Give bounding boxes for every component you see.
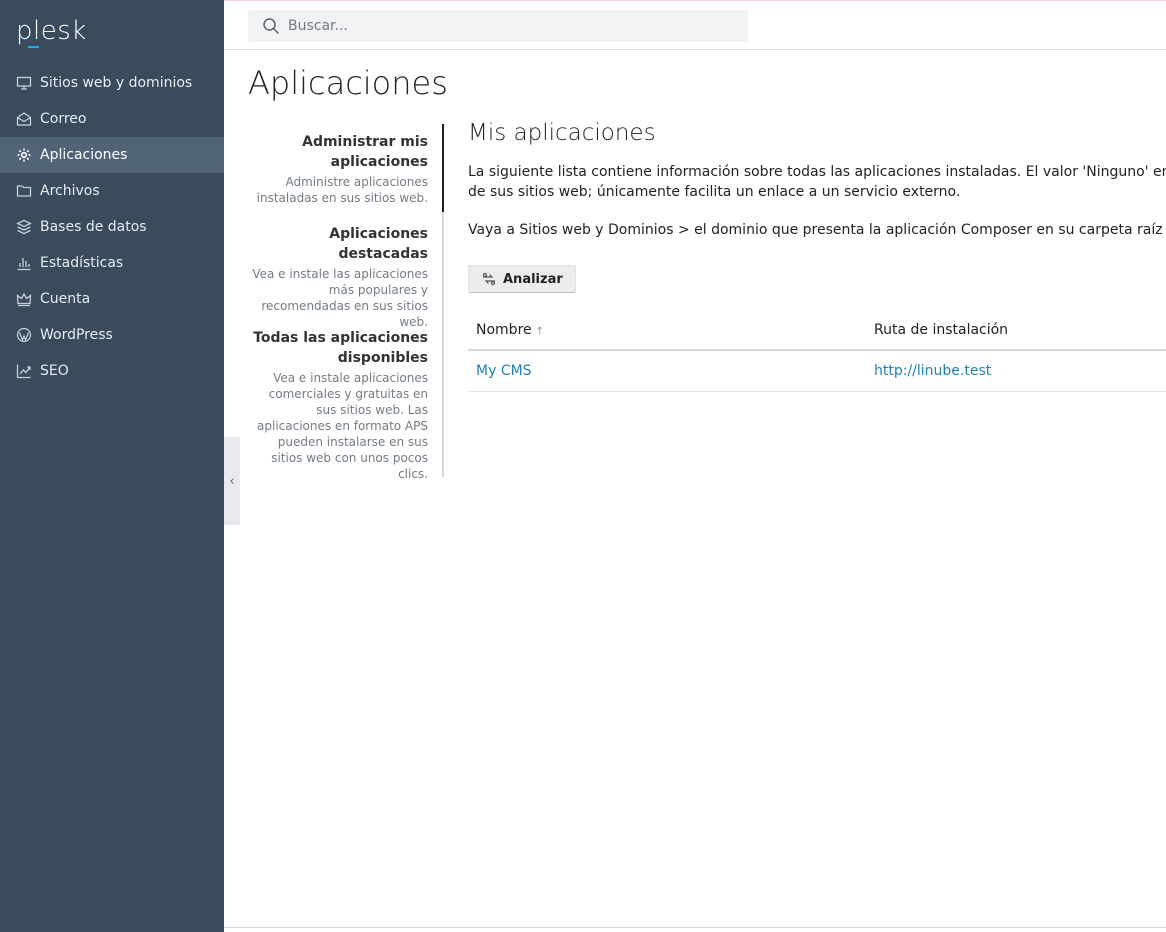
sidebar-item-label: Estadísticas bbox=[40, 255, 124, 271]
column-header-ruta[interactable]: Ruta de instalación bbox=[866, 310, 1166, 351]
sidebar-item-label: Aplicaciones bbox=[40, 147, 128, 163]
logo-text: plesk bbox=[16, 16, 87, 46]
column-header-nombre[interactable]: Nombre ↑ bbox=[468, 310, 866, 351]
topbar bbox=[224, 0, 1166, 50]
search-input[interactable] bbox=[288, 18, 728, 34]
sidebar-item-label: Archivos bbox=[40, 183, 100, 199]
subnav-item-desc: Administre aplicaciones instaladas en su… bbox=[256, 175, 428, 205]
analyze-button-label: Analizar bbox=[503, 271, 563, 287]
sidebar-item-wordpress[interactable]: WordPress bbox=[0, 317, 224, 353]
sidebar-nav: Sitios web y dominios Correo Aplicacione… bbox=[0, 65, 224, 389]
apps-table: Nombre ↑ Ruta de instalación My CMS http:… bbox=[468, 310, 1166, 392]
subnav-active-indicator bbox=[442, 124, 444, 212]
folder-icon bbox=[16, 183, 32, 199]
subnav-item-title: Aplicaciones destacadas bbox=[329, 226, 428, 262]
install-path-link[interactable]: http://linube.test bbox=[874, 363, 991, 379]
subnav-item-featured-apps[interactable]: Aplicaciones destacadas Vea e instale la… bbox=[248, 224, 428, 330]
mail-icon bbox=[16, 111, 32, 127]
description-line-1: La siguiente lista contiene información … bbox=[468, 164, 1166, 180]
sidebar-item-label: Sitios web y dominios bbox=[40, 75, 193, 91]
plesk-logo[interactable]: plesk bbox=[16, 16, 87, 48]
sidebar: plesk Sitios web y dominios Correo Aplic… bbox=[0, 0, 224, 932]
sort-asc-icon: ↑ bbox=[535, 325, 545, 337]
logo-accent bbox=[28, 46, 39, 48]
sidebar-item-label: Bases de datos bbox=[40, 219, 147, 235]
database-layers-icon bbox=[16, 219, 32, 235]
subnav-item-title: Todas las aplicaciones disponibles bbox=[253, 330, 428, 366]
subnav-item-title: Administrar mis aplicaciones bbox=[302, 134, 428, 170]
sidebar-item-label: Cuenta bbox=[40, 291, 91, 307]
app-name-link[interactable]: My CMS bbox=[476, 363, 532, 379]
footer-divider bbox=[224, 927, 1166, 928]
sidebar-item-correo[interactable]: Correo bbox=[0, 101, 224, 137]
monitor-icon bbox=[16, 75, 32, 91]
analyze-icon bbox=[482, 272, 496, 286]
sidebar-item-cuenta[interactable]: Cuenta bbox=[0, 281, 224, 317]
chevron-left-icon: ‹ bbox=[229, 473, 235, 489]
subnav-item-desc: Vea e instale aplicaciones comerciales y… bbox=[257, 371, 428, 481]
analyze-button[interactable]: Analizar bbox=[468, 265, 576, 293]
section-heading: Mis aplicaciones bbox=[468, 120, 656, 146]
sidebar-item-sitios-web[interactable]: Sitios web y dominios bbox=[0, 65, 224, 101]
sidebar-item-seo[interactable]: SEO bbox=[0, 353, 224, 389]
page-title: Aplicaciones bbox=[248, 64, 448, 102]
column-header-label: Ruta de instalación bbox=[874, 321, 1009, 338]
search-icon bbox=[263, 18, 280, 35]
subnav-item-all-apps[interactable]: Todas las aplicaciones disponibles Vea e… bbox=[248, 328, 428, 482]
search-box bbox=[248, 10, 748, 42]
table-header-row: Nombre ↑ Ruta de instalación bbox=[468, 310, 1166, 351]
column-header-label: Nombre bbox=[476, 321, 532, 338]
sidebar-item-label: Correo bbox=[40, 111, 87, 127]
apps-subnav: Administrar mis aplicaciones Administre … bbox=[248, 124, 444, 481]
subnav-item-desc: Vea e instale las aplicaciones más popul… bbox=[252, 267, 428, 329]
sidebar-item-bases-de-datos[interactable]: Bases de datos bbox=[0, 209, 224, 245]
crown-icon bbox=[16, 291, 32, 307]
gear-icon bbox=[16, 147, 32, 163]
composer-hint: Vaya a Sitios web y Dominios > el domini… bbox=[468, 222, 1166, 238]
table-row: My CMS http://linube.test bbox=[468, 350, 1166, 392]
sidebar-item-label: SEO bbox=[40, 363, 69, 379]
bar-chart-icon bbox=[16, 255, 32, 271]
sidebar-item-archivos[interactable]: Archivos bbox=[0, 173, 224, 209]
sidebar-item-estadisticas[interactable]: Estadísticas bbox=[0, 245, 224, 281]
description-line-2: de sus sitios web; únicamente facilita u… bbox=[468, 184, 961, 200]
sidebar-item-label: WordPress bbox=[40, 327, 113, 343]
sidebar-item-aplicaciones[interactable]: Aplicaciones bbox=[0, 137, 224, 173]
trend-chart-icon bbox=[16, 363, 32, 379]
subnav-item-manage-apps[interactable]: Administrar mis aplicaciones Administre … bbox=[248, 132, 428, 206]
main-content: Mis aplicaciones La siguiente lista cont… bbox=[468, 120, 1166, 392]
sidebar-collapse-handle[interactable]: ‹ bbox=[224, 437, 240, 525]
wordpress-icon bbox=[16, 327, 32, 343]
